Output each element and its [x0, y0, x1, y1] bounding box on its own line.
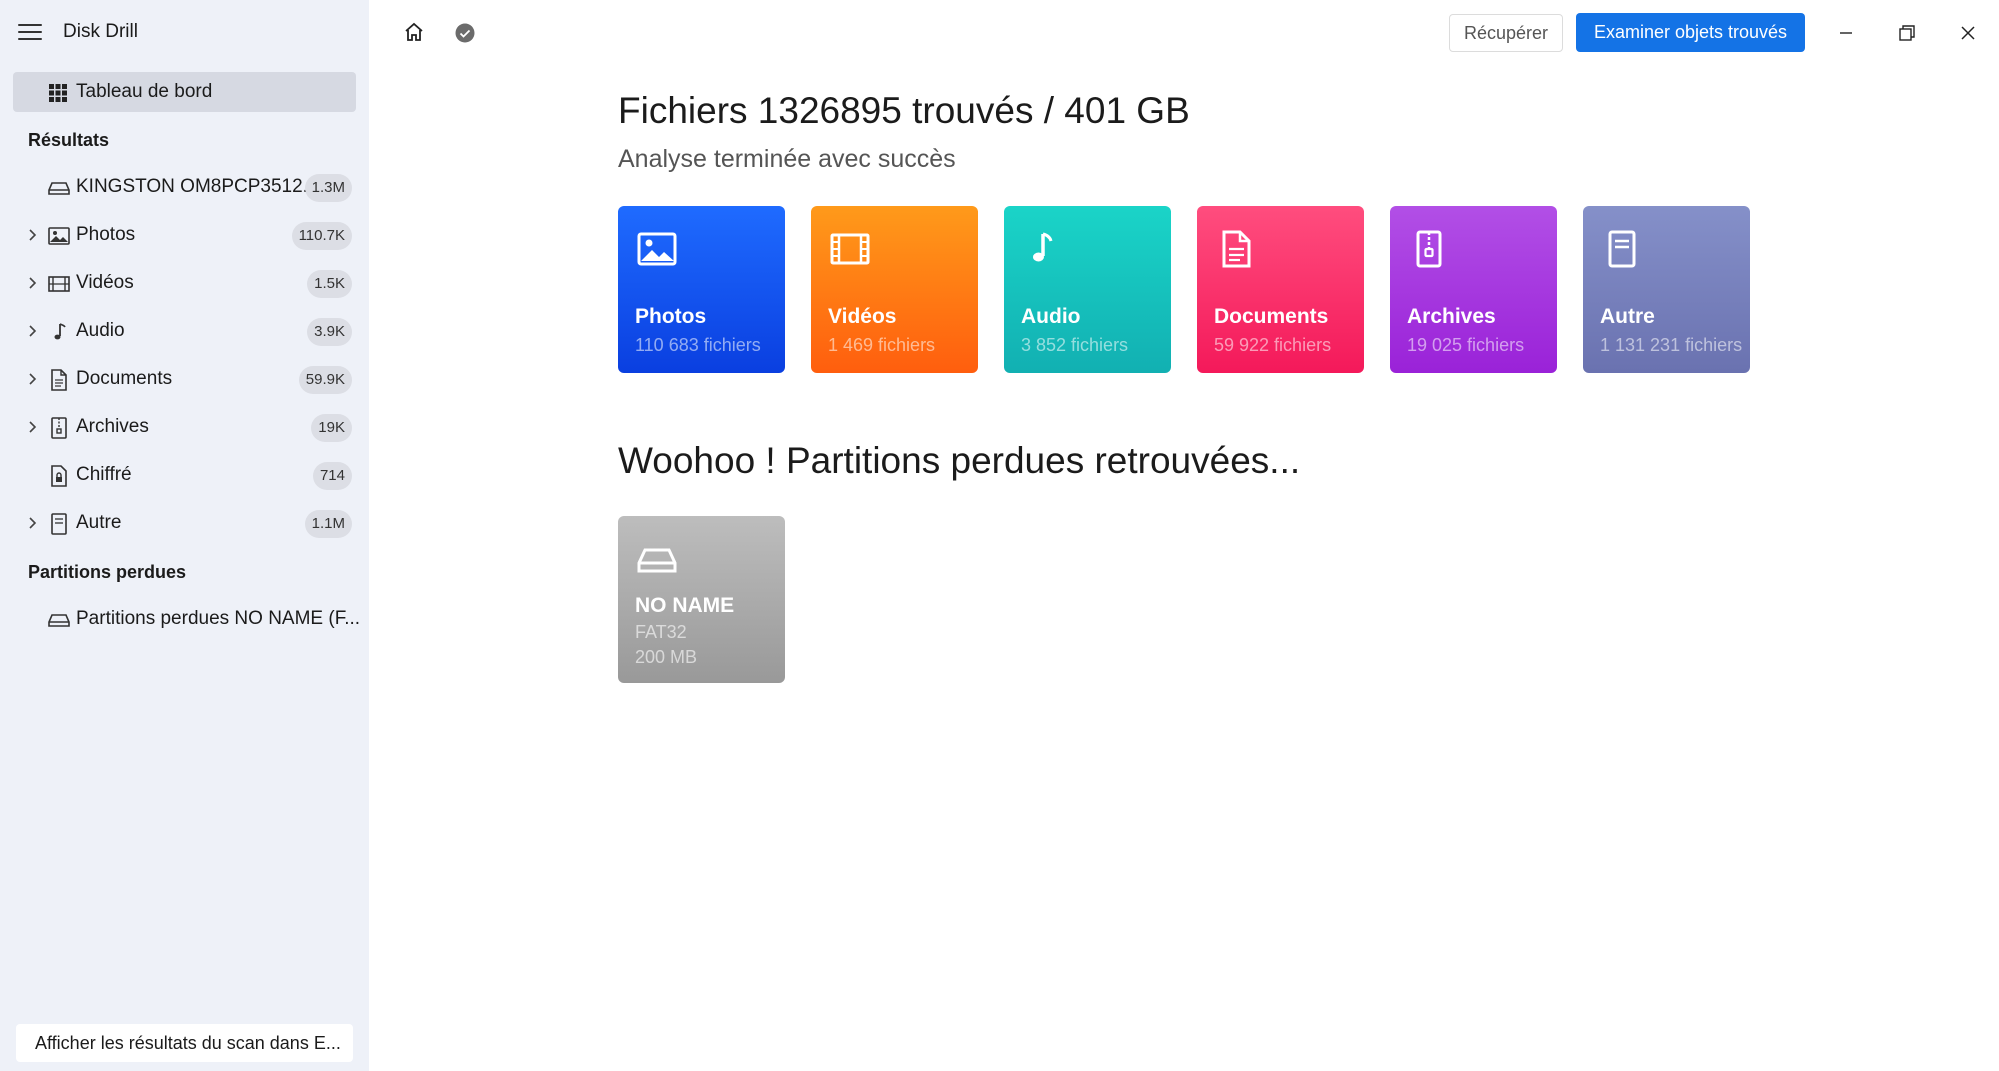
music-note-icon — [1033, 232, 1053, 262]
lost-partitions-heading: Woohoo ! Partitions perdues retrouvées..… — [618, 440, 1301, 481]
partition-card-no-name[interactable]: NO NAME FAT32 200 MB — [618, 516, 785, 683]
lock-file-icon — [51, 465, 67, 487]
sidebar-item-lost-partition[interactable]: Partitions perdues NO NAME (F... — [13, 599, 360, 639]
drive-icon — [48, 182, 70, 195]
image-icon — [637, 232, 677, 266]
partition-size: 200 MB — [635, 647, 698, 667]
film-icon — [48, 276, 70, 292]
chevron-right-icon[interactable] — [28, 275, 38, 291]
recover-button[interactable]: Récupérer — [1449, 14, 1563, 52]
film-icon — [830, 233, 870, 265]
close-icon — [1961, 26, 1975, 40]
chevron-right-icon[interactable] — [28, 419, 38, 435]
hamburger-menu-icon[interactable] — [18, 21, 42, 41]
category-count: 1 469 fichiers — [828, 335, 936, 355]
sidebar: Disk Drill Tableau de bord Résultats KIN… — [0, 0, 369, 1071]
category-name: Photos — [635, 305, 707, 328]
chevron-right-icon[interactable] — [28, 227, 38, 243]
close-button[interactable] — [1948, 14, 1988, 52]
partition-name: NO NAME — [635, 594, 735, 617]
archive-icon — [1416, 230, 1442, 268]
examine-found-items-button[interactable]: Examiner objets trouvés — [1576, 13, 1805, 52]
category-card-documents[interactable]: Documents 59 922 fichiers — [1197, 206, 1364, 373]
category-count: 3 852 fichiers — [1021, 335, 1129, 355]
file-icon — [51, 513, 67, 535]
category-name: Vidéos — [828, 305, 897, 328]
sidebar-item-label: Vidéos — [76, 272, 134, 293]
category-count: 1 131 231 fichiers — [1600, 335, 1743, 355]
count-badge: 110.7K — [291, 222, 352, 250]
results-section-title: Résultats — [28, 130, 110, 150]
restore-icon — [1899, 25, 1915, 41]
sidebar-item-label: Documents — [76, 368, 173, 389]
sidebar-item-kingston-drive[interactable]: KINGSTON OM8PCP3512... 1.3M — [13, 167, 356, 207]
chevron-right-icon[interactable] — [28, 515, 38, 531]
category-name: Documents — [1214, 305, 1329, 328]
sidebar-header: Disk Drill — [0, 0, 369, 64]
music-note-icon — [54, 323, 66, 340]
category-count: 110 683 fichiers — [635, 335, 761, 355]
sidebar-item-label: Archives — [76, 416, 149, 437]
sidebar-item-audio[interactable]: Audio 3.9K — [13, 311, 356, 351]
partition-filesystem: FAT32 — [635, 622, 687, 642]
sidebar-item-label: Tableau de bord — [76, 81, 213, 102]
minimize-button[interactable] — [1826, 14, 1866, 52]
count-badge: 1.5K — [307, 270, 352, 298]
home-icon[interactable] — [404, 22, 424, 42]
sidebar-item-documents[interactable]: Documents 59.9K — [13, 359, 356, 399]
lost-partitions-section-title: Partitions perdues — [28, 562, 187, 582]
sidebar-item-label: Audio — [76, 320, 125, 341]
sidebar-item-encrypted[interactable]: Chiffré 714 — [13, 455, 356, 495]
chevron-right-icon[interactable] — [28, 371, 38, 387]
category-count: 59 922 fichiers — [1214, 335, 1332, 355]
count-badge: 1.3M — [304, 174, 352, 202]
category-card-photos[interactable]: Photos 110 683 fichiers — [618, 206, 785, 373]
file-icon — [1608, 230, 1636, 268]
chevron-right-icon[interactable] — [28, 323, 38, 339]
category-name: Audio — [1021, 305, 1081, 328]
image-icon — [48, 227, 70, 245]
count-badge: 59.9K — [298, 366, 352, 394]
sidebar-item-archives[interactable]: Archives 19K — [13, 407, 356, 447]
page-title: Fichiers 1326895 trouvés / 401 GB — [618, 90, 1190, 131]
category-card-videos[interactable]: Vidéos 1 469 fichiers — [811, 206, 978, 373]
sidebar-item-label: Chiffré — [76, 464, 132, 485]
archive-icon — [51, 417, 67, 439]
sidebar-item-videos[interactable]: Vidéos 1.5K — [13, 263, 356, 303]
drive-icon — [637, 548, 677, 573]
category-card-other[interactable]: Autre 1 131 231 fichiers — [1583, 206, 1750, 373]
count-badge: 1.1M — [304, 510, 352, 538]
restore-button[interactable] — [1886, 14, 1926, 52]
document-icon — [51, 369, 67, 391]
category-name: Archives — [1407, 305, 1496, 328]
count-badge: 19K — [311, 414, 352, 442]
page-subtitle: Analyse terminée avec succès — [618, 145, 956, 173]
sidebar-item-label: Autre — [76, 512, 122, 533]
app-title: Disk Drill — [63, 21, 138, 42]
sidebar-item-photos[interactable]: Photos 110.7K — [13, 215, 356, 255]
check-circle-icon[interactable] — [455, 23, 475, 43]
document-icon — [1222, 230, 1251, 268]
sidebar-item-label: KINGSTON OM8PCP3512... — [76, 176, 319, 197]
drive-icon — [48, 614, 70, 627]
category-name: Autre — [1600, 305, 1655, 328]
category-card-archives[interactable]: Archives 19 025 fichiers — [1390, 206, 1557, 373]
sidebar-item-label: Partitions perdues NO NAME (F... — [76, 608, 361, 629]
count-badge: 714 — [312, 462, 352, 490]
grid-icon — [49, 84, 67, 102]
count-badge: 3.9K — [307, 318, 352, 346]
sidebar-item-label: Photos — [76, 224, 136, 245]
sidebar-item-other[interactable]: Autre 1.1M — [13, 503, 356, 543]
sidebar-item-dashboard[interactable]: Tableau de bord — [13, 72, 356, 112]
minimize-icon — [1840, 32, 1852, 34]
category-card-audio[interactable]: Audio 3 852 fichiers — [1004, 206, 1171, 373]
category-count: 19 025 fichiers — [1407, 335, 1525, 355]
show-scan-results-button[interactable]: Afficher les résultats du scan dans E... — [16, 1024, 353, 1062]
